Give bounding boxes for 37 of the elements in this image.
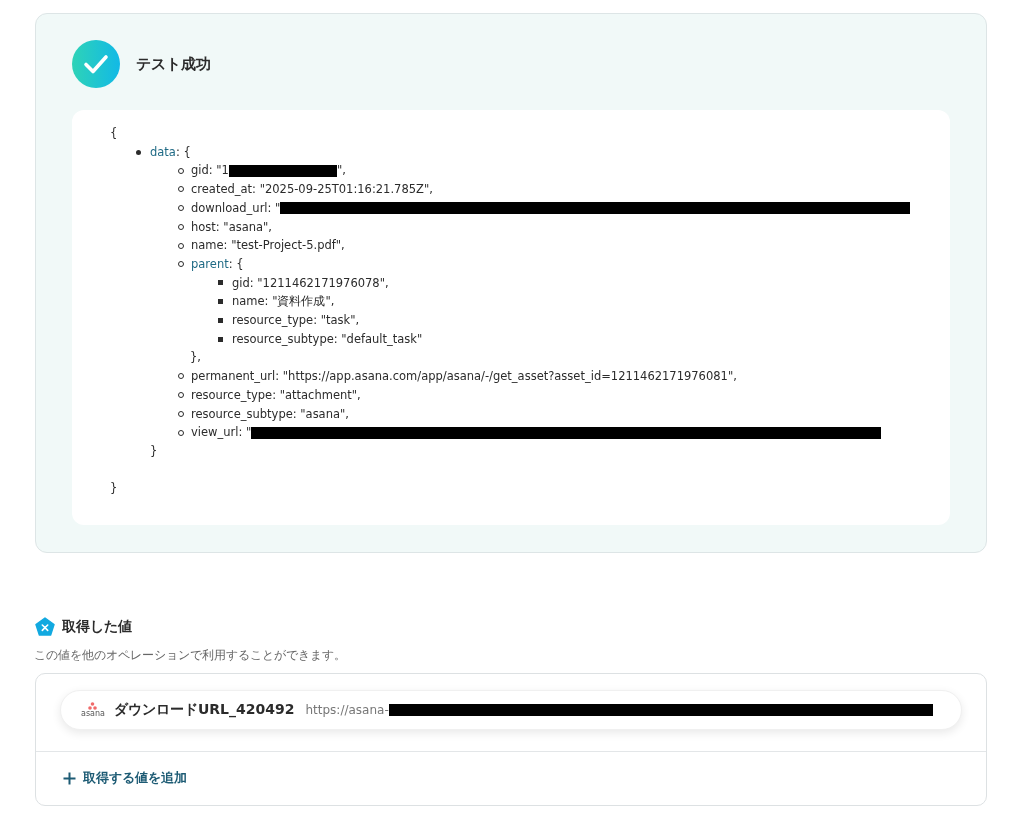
code-text: https://asana-	[305, 703, 389, 718]
code-text: view_url: "	[191, 424, 252, 442]
code-text: },	[190, 349, 201, 367]
code-text: permanent_url: "https://app.asana.com/app/asana/-/get_asset?asset_id=1211462171976081",	[191, 368, 737, 386]
section-title: 取得した値	[62, 618, 132, 637]
code-text: resource_type: "attachment",	[191, 386, 361, 404]
code-text: gid: "1211462171976078",	[232, 274, 389, 292]
value-chip[interactable]: asana ダウンロードURL_420492 https://asana-	[60, 690, 962, 731]
plus-icon	[63, 771, 76, 785]
app-label: asana	[81, 710, 105, 719]
code-text: resource_type: "task",	[232, 312, 360, 330]
dots-logo-icon	[88, 702, 98, 711]
add-value-button[interactable]: 取得する値を追加	[63, 769, 187, 788]
code-text: data: {	[150, 143, 191, 161]
code-text: host: "asana",	[191, 218, 272, 236]
bullet-icon	[218, 299, 223, 305]
code-text: }	[150, 442, 158, 460]
check-icon	[72, 40, 120, 88]
code-text: download_url: "	[191, 199, 281, 217]
code-text: resource_subtype: "asana",	[191, 405, 349, 423]
bullet-icon	[136, 149, 141, 155]
code-text: parent: {	[191, 255, 244, 273]
code-text: {	[110, 125, 118, 142]
status-title: テスト成功	[136, 54, 211, 74]
code-text: name: "資料作成",	[232, 293, 335, 311]
code-text: }	[110, 479, 118, 497]
variable-icon	[35, 617, 55, 638]
bullet-icon	[218, 317, 223, 323]
section-description: この値を他のオペレーションで利用することができます。	[34, 647, 347, 665]
value-name: ダウンロードURL_420492	[113, 701, 295, 720]
bullet-icon	[218, 280, 223, 286]
code-text: gid: "1	[191, 162, 229, 180]
code-text: created_at: "2025-09-25T01:16:21.785Z",	[191, 181, 433, 199]
code-text: resource_subtype: "default_task"	[232, 330, 423, 348]
bullet-icon	[218, 336, 223, 342]
code-text: ",	[336, 162, 346, 180]
code-text: name: "test-Project-5.pdf",	[191, 237, 345, 255]
